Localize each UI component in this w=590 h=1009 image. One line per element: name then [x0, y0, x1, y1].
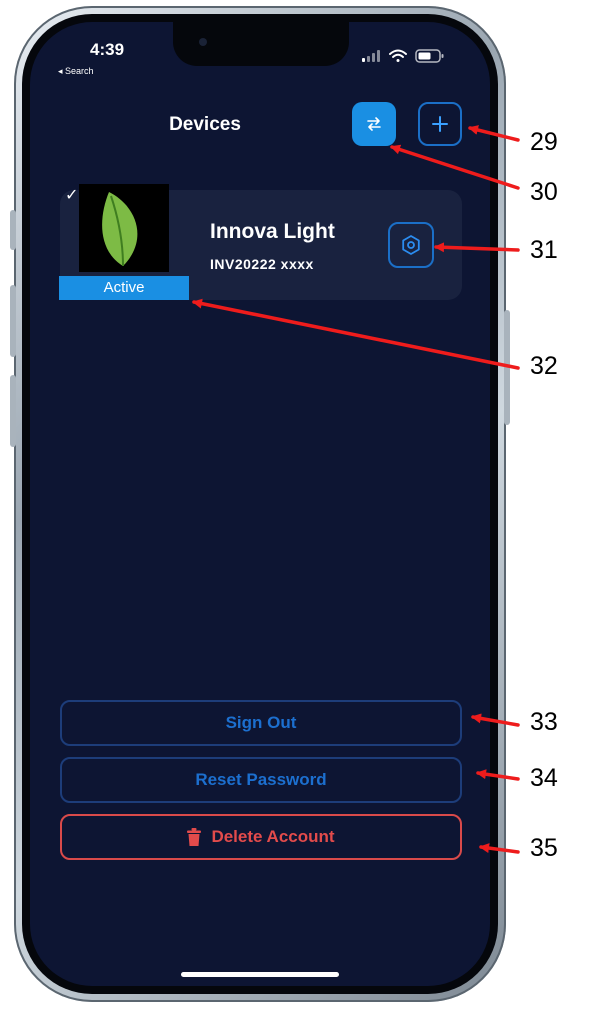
callout-30: 30	[530, 178, 558, 206]
arrow-33	[471, 713, 520, 727]
arrow-29	[468, 125, 520, 142]
callout-32: 32	[530, 352, 558, 380]
arrow-32	[192, 298, 520, 370]
arrow-31	[434, 242, 520, 253]
callout-34: 34	[530, 764, 558, 792]
callout-33: 33	[530, 708, 558, 736]
callout-35: 35	[530, 834, 558, 862]
arrow-35	[479, 843, 520, 854]
arrow-30	[390, 144, 520, 190]
callout-31: 31	[530, 236, 558, 264]
arrow-34	[476, 769, 520, 781]
callout-29: 29	[530, 128, 558, 156]
callout-arrows	[192, 125, 520, 854]
